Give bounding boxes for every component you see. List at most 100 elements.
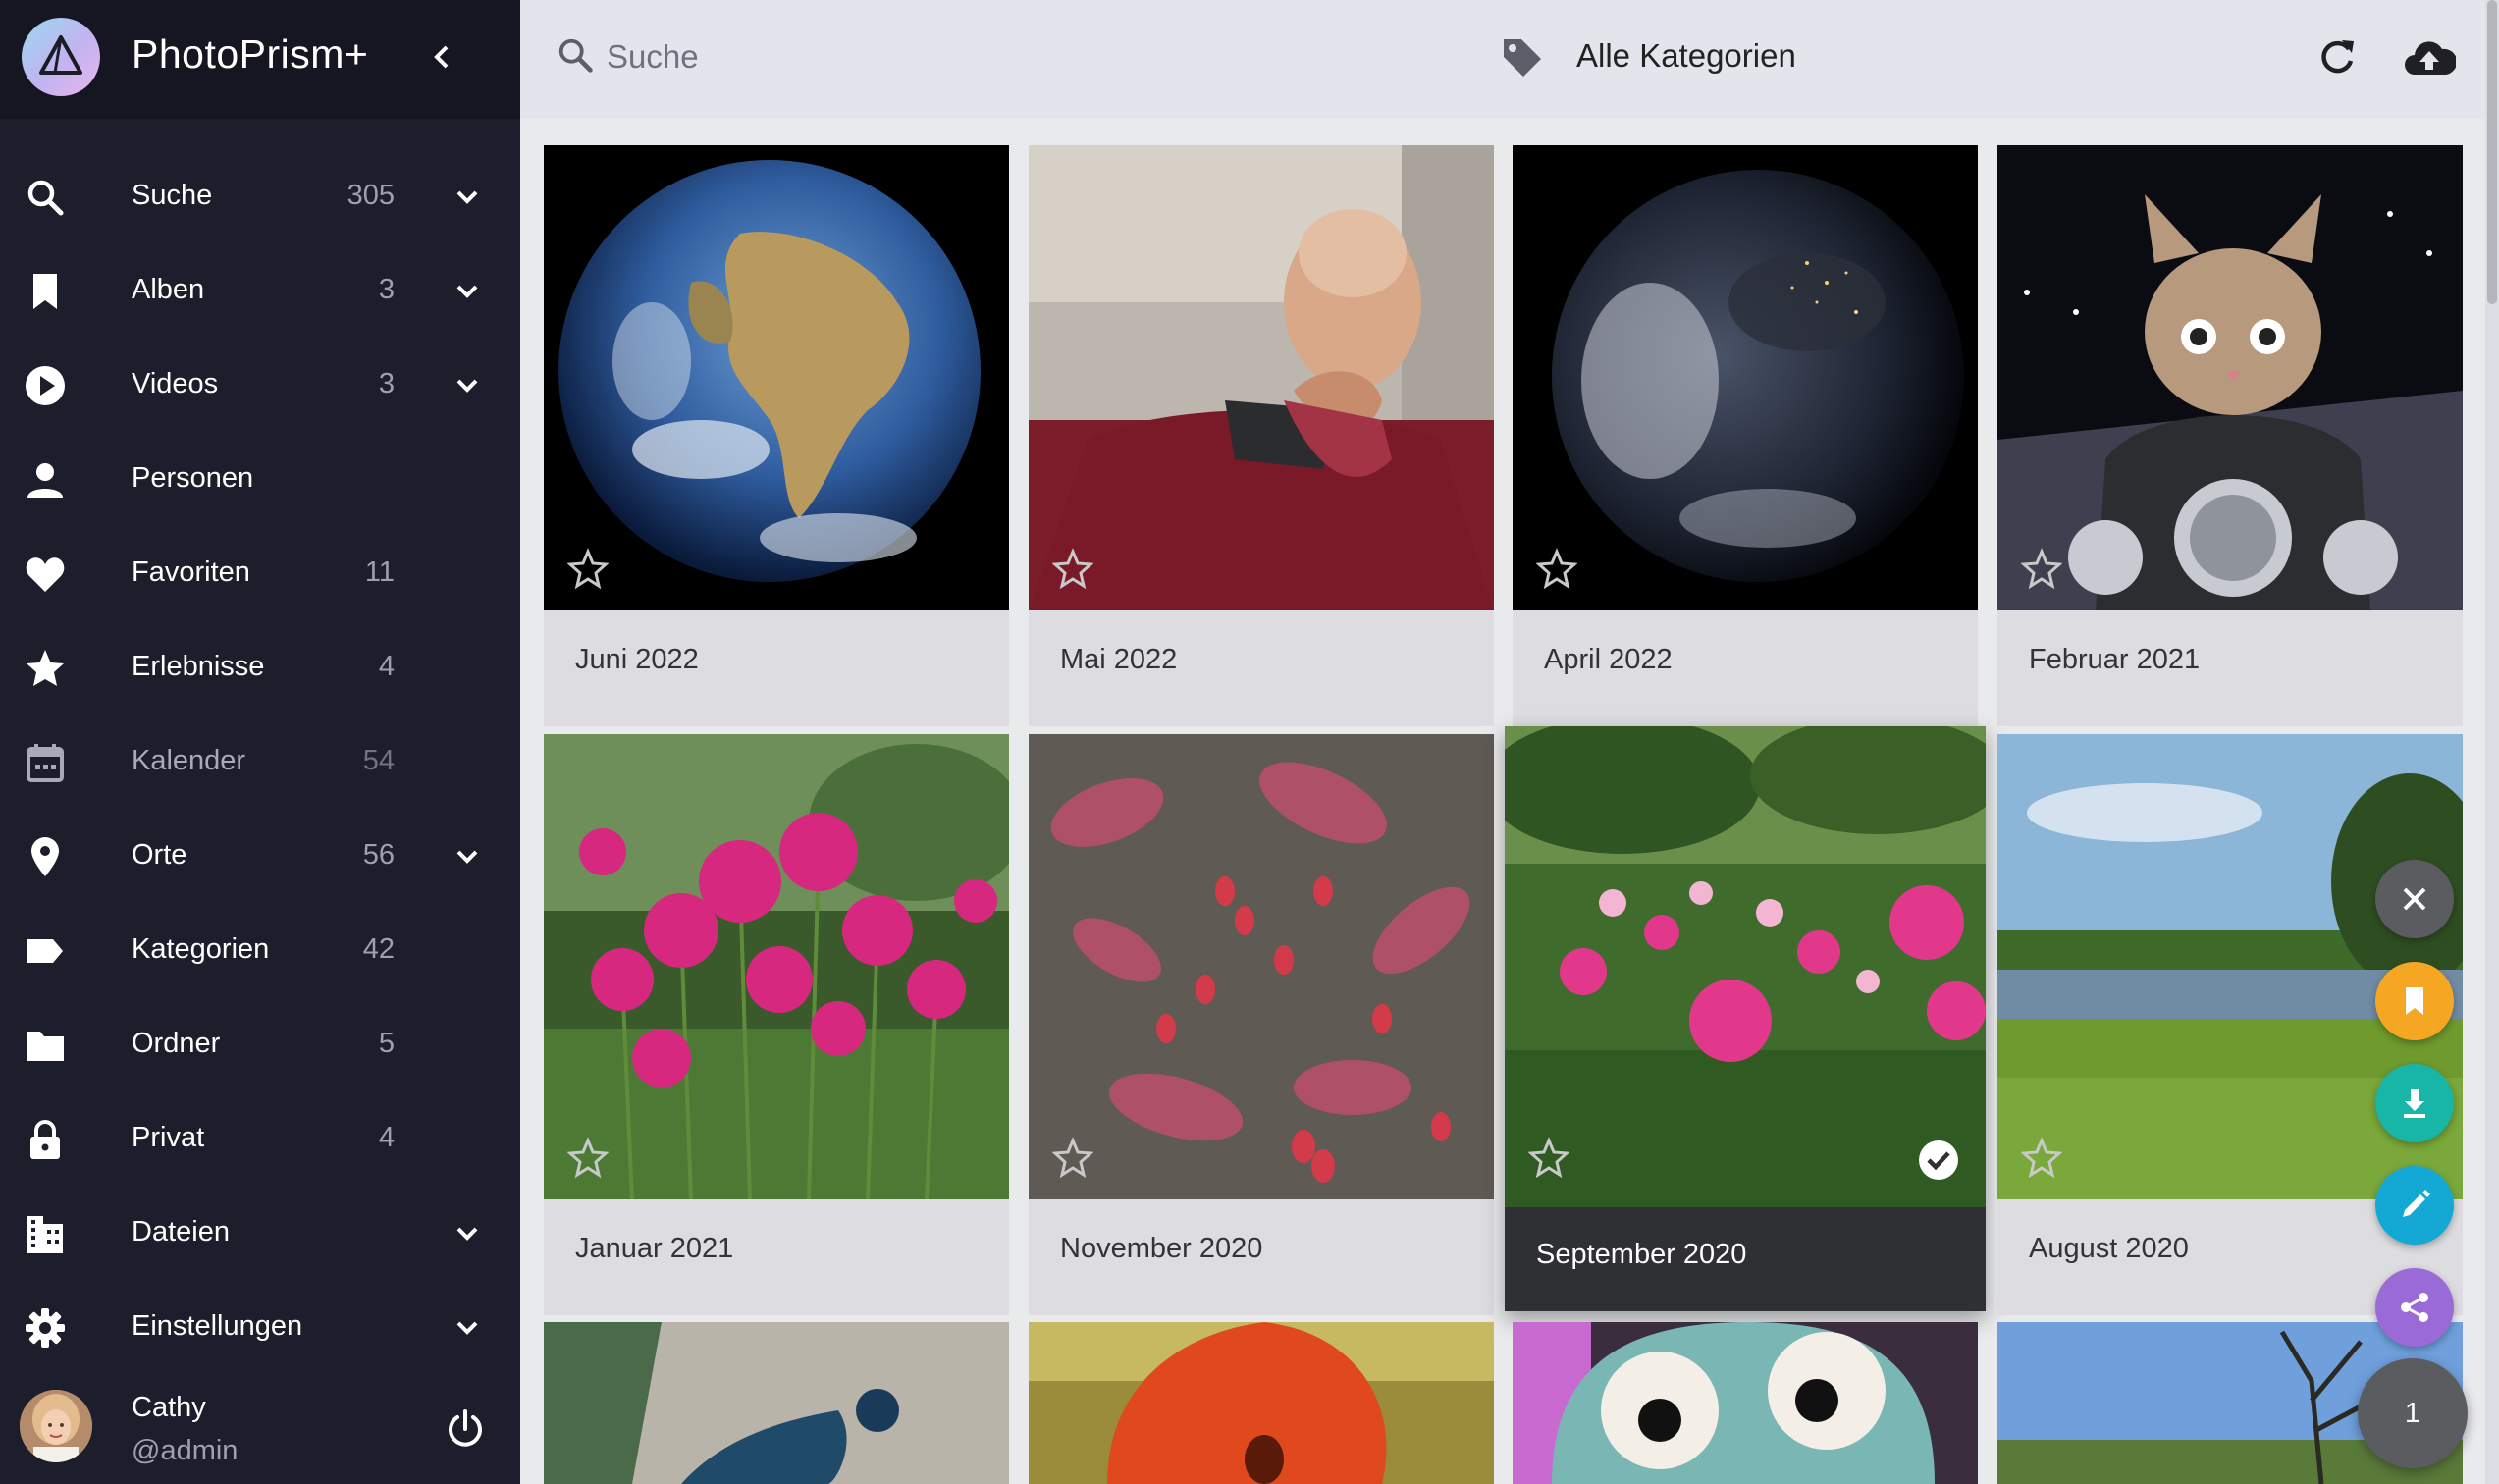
sidebar-item-label: Privat xyxy=(132,1122,205,1153)
sidebar-item-moments[interactable]: Erlebnisse 4 xyxy=(0,621,520,716)
scrollbar[interactable] xyxy=(2485,0,2499,1484)
star-outline-icon[interactable] xyxy=(2021,1137,2062,1178)
bookmark-icon xyxy=(2406,987,2423,1015)
sidebar-item-settings[interactable]: Einstellungen xyxy=(0,1281,520,1375)
sidebar-item-label: Alben xyxy=(132,274,205,305)
star-outline-icon[interactable] xyxy=(1528,1137,1569,1178)
sidebar-item-favorites[interactable]: Favoriten 11 xyxy=(0,527,520,621)
cloud-upload-icon[interactable] xyxy=(2403,35,2456,80)
photo-card[interactable]: Februar 2021 xyxy=(1997,145,2463,726)
photo-thumbnail[interactable] xyxy=(1513,1322,1978,1484)
collapse-sidebar-button[interactable] xyxy=(422,37,461,77)
check-circle-icon[interactable] xyxy=(1917,1139,1960,1182)
photo-caption: Februar 2021 xyxy=(2029,644,2201,675)
sidebar-item-search[interactable]: Suche 305 xyxy=(0,150,520,244)
sidebar-item-albums[interactable]: Alben 3 xyxy=(0,244,520,339)
photo-thumbnail[interactable] xyxy=(544,734,1009,1199)
chevron-left-icon xyxy=(434,45,449,69)
add-to-album-button[interactable] xyxy=(2375,962,2454,1040)
photo-thumbnail[interactable] xyxy=(1997,145,2463,610)
sidebar-item-count: 54 xyxy=(362,745,395,776)
photo-thumbnail[interactable] xyxy=(544,145,1009,610)
sidebar-item-videos[interactable]: Videos 3 xyxy=(0,339,520,433)
scrollbar-thumb[interactable] xyxy=(2487,0,2497,304)
sidebar-item-places[interactable]: Orte 56 xyxy=(0,810,520,904)
download-button[interactable] xyxy=(2375,1064,2454,1142)
search-icon xyxy=(27,180,64,216)
app-logo[interactable] xyxy=(22,18,100,96)
photo-card[interactable] xyxy=(1513,1322,1978,1484)
sidebar-item-folders[interactable]: Ordner 5 xyxy=(0,998,520,1092)
tag-icon xyxy=(1504,39,1541,77)
photo-card[interactable] xyxy=(544,1322,1009,1484)
sidebar-item-calendar[interactable]: Kalender 54 xyxy=(0,716,520,810)
star-outline-icon[interactable] xyxy=(1052,1137,1093,1178)
photo-thumbnail[interactable] xyxy=(1029,1322,1494,1484)
star-outline-icon[interactable] xyxy=(567,548,609,589)
edit-button[interactable] xyxy=(2375,1166,2454,1245)
app-title: PhotoPrism+ xyxy=(132,31,369,77)
chevron-down-icon[interactable] xyxy=(450,1216,485,1251)
photo-thumbnail[interactable] xyxy=(544,1322,1009,1484)
red-berries-image xyxy=(1029,734,1494,1199)
sidebar-item-people[interactable]: Personen xyxy=(0,433,520,527)
search-icon xyxy=(558,38,593,73)
photo-caption: April 2022 xyxy=(1544,644,1673,675)
chevron-down-icon[interactable] xyxy=(450,368,485,403)
chevron-down-icon[interactable] xyxy=(450,839,485,874)
sidebar-item-count: 11 xyxy=(364,556,395,588)
star-outline-icon[interactable] xyxy=(1536,548,1577,589)
sidebar-item-count: 5 xyxy=(378,1028,395,1059)
files-icon xyxy=(27,1216,63,1253)
photo-caption: August 2020 xyxy=(2029,1233,2189,1264)
sidebar-item-files[interactable]: Dateien xyxy=(0,1187,520,1281)
category-select[interactable]: Alle Kategorien xyxy=(1576,37,1796,75)
chevron-down-icon[interactable] xyxy=(450,180,485,215)
clear-selection-button[interactable] xyxy=(2375,860,2454,938)
photo-thumbnail[interactable] xyxy=(1029,734,1494,1199)
photo-thumbnail[interactable] xyxy=(1505,726,1986,1207)
reload-icon[interactable] xyxy=(2314,35,2360,80)
pink-flowers-image xyxy=(544,734,1009,1199)
chevron-down-icon[interactable] xyxy=(450,1310,485,1346)
play-circle-icon xyxy=(26,366,65,405)
sidebar-item-count: 4 xyxy=(378,651,395,682)
photo-card[interactable]: Januar 2021 xyxy=(544,734,1009,1315)
star-outline-icon[interactable] xyxy=(2021,548,2062,589)
gear-icon xyxy=(26,1308,65,1348)
facepalm-man-image xyxy=(1029,145,1494,610)
photo-card[interactable]: April 2022 xyxy=(1513,145,1978,726)
sidebar-item-labels[interactable]: Kategorien 42 xyxy=(0,904,520,998)
photo-card[interactable]: Mai 2022 xyxy=(1029,145,1494,726)
selection-count-button[interactable]: 1 xyxy=(2358,1358,2468,1468)
photo-card[interactable] xyxy=(1029,1322,1494,1484)
photo-card-selected[interactable]: September 2020 xyxy=(1505,726,1986,1311)
sidebar-header: PhotoPrism+ xyxy=(0,0,520,119)
sidebar-item-label: Suche xyxy=(132,180,213,211)
search-input[interactable] xyxy=(607,33,1196,80)
chevron-down-icon[interactable] xyxy=(450,274,485,309)
share-button[interactable] xyxy=(2375,1268,2454,1347)
label-icon xyxy=(27,939,63,963)
peacock-image xyxy=(544,1322,1009,1484)
sidebar-item-private[interactable]: Privat 4 xyxy=(0,1092,520,1187)
avatar[interactable] xyxy=(20,1390,92,1462)
bookmark-icon xyxy=(33,274,57,309)
folder-icon xyxy=(27,1032,64,1061)
photo-card[interactable]: November 2020 xyxy=(1029,734,1494,1315)
sidebar-item-label: Orte xyxy=(132,839,187,871)
user-handle: @admin xyxy=(132,1435,239,1466)
toolbar: Alle Kategorien xyxy=(520,0,2485,119)
poppy-image xyxy=(1029,1322,1494,1484)
sidebar-item-label: Favoriten xyxy=(132,556,250,588)
user-account[interactable]: Cathy @admin xyxy=(0,1374,520,1484)
photo-thumbnail[interactable] xyxy=(1513,145,1978,610)
power-icon[interactable] xyxy=(444,1407,487,1451)
sidebar-item-count: 3 xyxy=(378,368,395,399)
avatar-photo xyxy=(20,1390,92,1462)
star-outline-icon[interactable] xyxy=(1052,548,1093,589)
photo-thumbnail[interactable] xyxy=(1029,145,1494,610)
star-icon xyxy=(27,650,64,686)
star-outline-icon[interactable] xyxy=(567,1137,609,1178)
photo-card[interactable]: Juni 2022 xyxy=(544,145,1009,726)
